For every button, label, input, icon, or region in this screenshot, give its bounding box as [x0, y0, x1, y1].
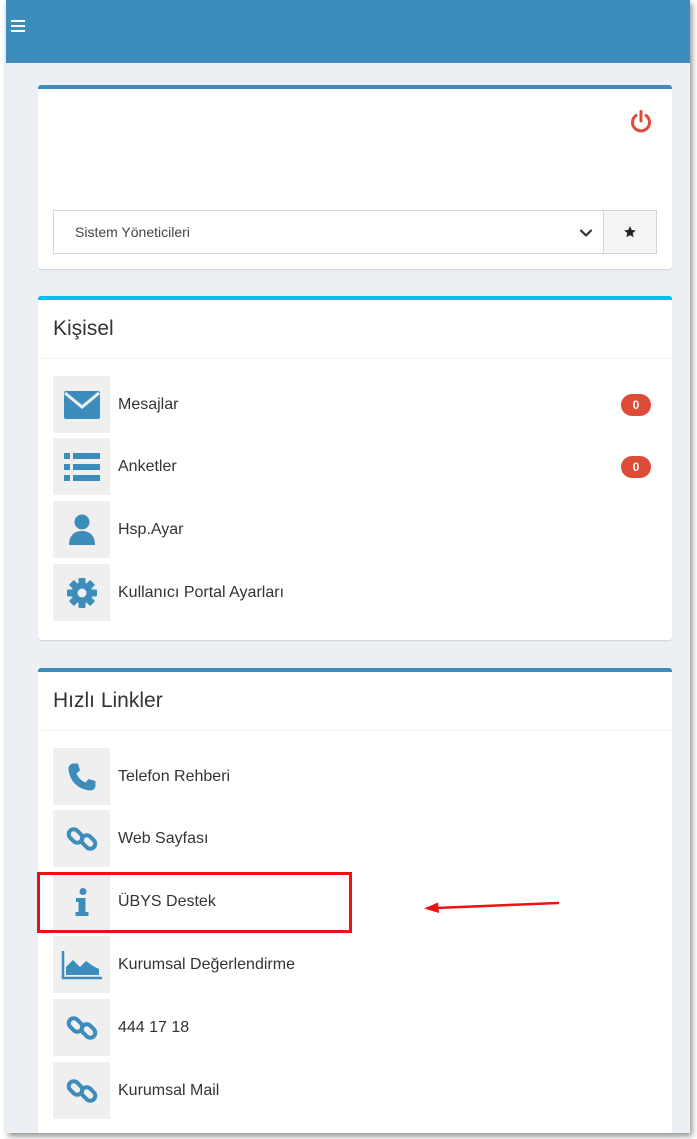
top-navbar — [6, 0, 690, 63]
favorite-button[interactable] — [603, 211, 656, 253]
quick-link-ubys-support[interactable]: ÜBYS Destek — [53, 873, 653, 930]
envelope-icon — [53, 376, 110, 433]
quick-link-institutional-evaluation[interactable]: Kurumsal Değerlendirme — [53, 936, 653, 993]
quick-links-box-header: Hızlı Linkler — [38, 672, 672, 731]
role-select-value: Sistem Yöneticileri — [75, 224, 190, 240]
role-select-group: Sistem Yöneticileri — [53, 210, 657, 254]
quick-link-website[interactable]: Web Sayfası — [53, 810, 653, 867]
link-icon — [53, 999, 110, 1056]
quick-link-label: 444 17 18 — [118, 1018, 190, 1036]
quick-links-box-title: Hızlı Linkler — [53, 689, 163, 712]
gear-icon — [53, 564, 110, 621]
app-frame: Sistem Yöneticileri Kişisel Mesajlar 0 A… — [6, 0, 690, 1133]
phone-icon — [53, 748, 110, 805]
quick-link-call-center[interactable]: 444 17 18 — [53, 999, 653, 1056]
personal-item-surveys[interactable]: Anketler 0 — [53, 438, 653, 495]
info-icon — [53, 873, 110, 930]
link-icon — [53, 810, 110, 867]
list-icon — [53, 438, 110, 495]
user-icon — [53, 501, 110, 558]
personal-item-messages[interactable]: Mesajlar 0 — [53, 376, 653, 433]
personal-box: Kişisel Mesajlar 0 Anketler 0 Hsp.Ayar K… — [38, 296, 672, 640]
quick-link-label: ÜBYS Destek — [118, 892, 216, 910]
quick-link-label: Kurumsal Değerlendirme — [118, 955, 295, 973]
personal-box-title: Kişisel — [53, 317, 114, 340]
area-chart-icon — [53, 936, 110, 993]
personal-item-account-settings[interactable]: Hsp.Ayar — [53, 501, 653, 558]
personal-item-label: Kullanıcı Portal Ayarları — [118, 583, 285, 601]
personal-item-label: Hsp.Ayar — [118, 520, 184, 538]
star-icon — [624, 226, 636, 238]
quick-link-label: Web Sayfası — [118, 829, 209, 847]
quick-link-phone-directory[interactable]: Telefon Rehberi — [53, 748, 653, 805]
quick-link-label: Telefon Rehberi — [118, 767, 231, 785]
power-icon[interactable] — [628, 109, 654, 135]
surveys-count-badge: 0 — [621, 456, 651, 478]
role-select[interactable]: Sistem Yöneticileri — [54, 211, 603, 253]
quick-link-corporate-mail[interactable]: Kurumsal Mail — [53, 1062, 653, 1119]
annotation-arrow-icon — [424, 901, 560, 913]
chevron-down-icon — [579, 229, 593, 237]
quick-links-box: Hızlı Linkler Telefon Rehberi Web Sayfas… — [38, 668, 672, 1133]
hamburger-menu-icon[interactable] — [11, 20, 25, 32]
messages-count-badge: 0 — [621, 394, 651, 416]
personal-item-portal-settings[interactable]: Kullanıcı Portal Ayarları — [53, 564, 653, 621]
personal-item-label: Anketler — [118, 457, 177, 475]
role-box: Sistem Yöneticileri — [38, 85, 672, 269]
link-icon — [53, 1062, 110, 1119]
personal-item-label: Mesajlar — [118, 395, 179, 413]
personal-box-header: Kişisel — [38, 300, 672, 359]
quick-link-label: Kurumsal Mail — [118, 1081, 220, 1099]
